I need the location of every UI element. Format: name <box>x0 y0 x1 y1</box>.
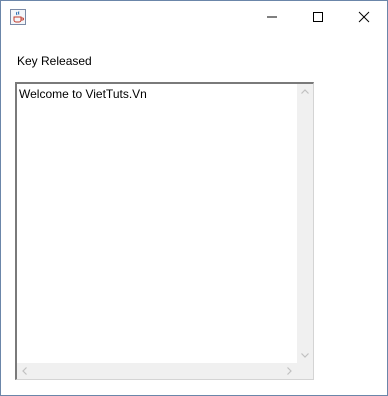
text-area[interactable]: Welcome to VietTuts.Vn <box>17 84 297 363</box>
close-icon <box>358 11 370 22</box>
vertical-scrollbar[interactable] <box>297 84 313 363</box>
close-button[interactable] <box>341 1 387 32</box>
scroll-left-arrow-icon[interactable] <box>17 363 33 379</box>
maximize-button[interactable] <box>295 1 341 32</box>
content-pane: Key Released Welcome to VietTuts.Vn <box>1 32 387 395</box>
java-cup-icon[interactable] <box>10 9 26 25</box>
app-window: Key Released Welcome to VietTuts.Vn <box>0 0 388 396</box>
title-bar[interactable] <box>1 1 387 32</box>
scrollbar-corner <box>297 363 313 379</box>
scroll-down-arrow-icon[interactable] <box>297 347 313 363</box>
minimize-icon <box>267 16 277 17</box>
scroll-right-arrow-icon[interactable] <box>281 363 297 379</box>
minimize-button[interactable] <box>249 1 295 32</box>
text-scroll-pane: Welcome to VietTuts.Vn <box>15 82 314 380</box>
maximize-icon <box>313 11 323 22</box>
scroll-up-arrow-icon[interactable] <box>297 84 313 100</box>
horizontal-scrollbar[interactable] <box>17 363 297 379</box>
key-status-label: Key Released <box>17 54 92 68</box>
